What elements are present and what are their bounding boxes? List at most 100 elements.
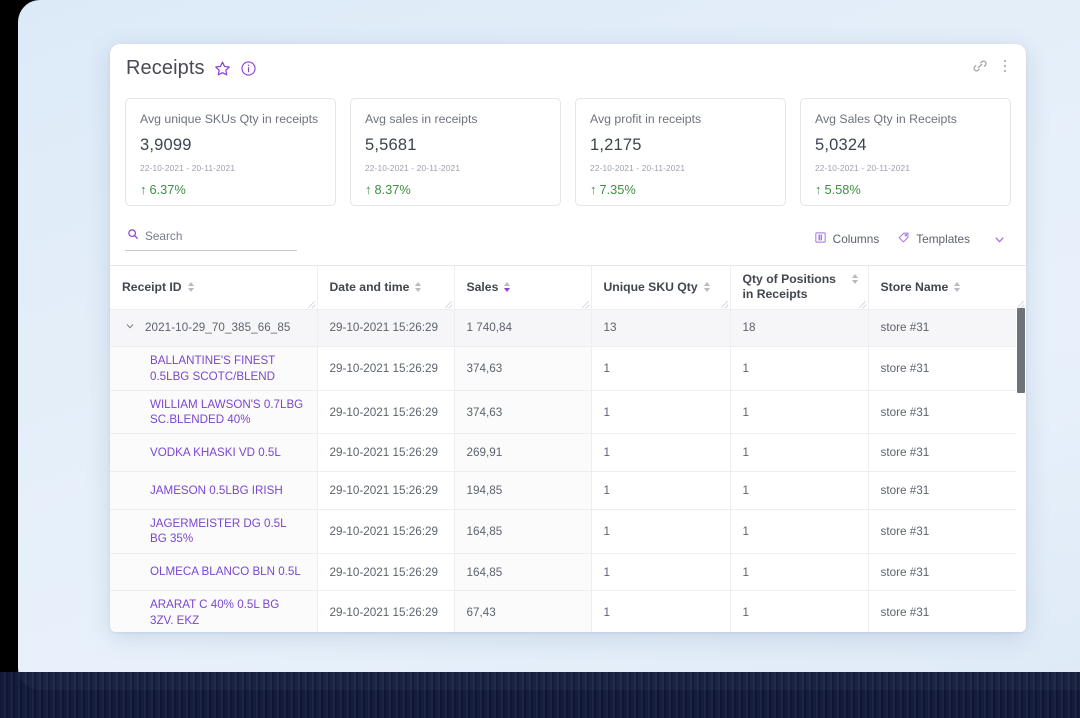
column-label: Date and time [329, 279, 410, 294]
table-row[interactable]: JAGERMEISTER DG 0.5L BG 35% 29-10-2021 1… [110, 509, 1026, 554]
cell-unique-sku: 1 [591, 590, 731, 632]
table-scrollbar-track[interactable] [1016, 308, 1026, 632]
column-header-date-and-time[interactable]: Date and time [317, 266, 455, 310]
cell-positions: 1 [730, 390, 869, 435]
product-link[interactable]: BALLANTINE'S FINEST 0.5LBG SCOTC/BLEND [122, 353, 305, 384]
header-actions [972, 58, 1012, 74]
arrow-up-icon: ↑ [815, 182, 822, 198]
product-link[interactable]: OLMECA BLANCO BLN 0.5L [122, 564, 305, 579]
column-label: Unique SKU Qty [603, 279, 698, 294]
cell-store: store #31 [868, 433, 1026, 473]
cell-positions: 1 [730, 346, 869, 391]
column-resize-handle[interactable] [720, 299, 729, 309]
cell-date: 29-10-2021 15:26:29 [317, 390, 455, 435]
receipts-panel: Receipts Avg unique SKUs Qty in receipts… [110, 44, 1026, 632]
chevron-down-icon[interactable] [124, 320, 136, 335]
cell-date: 29-10-2021 15:26:29 [317, 590, 455, 632]
cell-unique-sku: 1 [591, 433, 731, 473]
table-row[interactable]: WILLIAM LAWSON'S 0.7LBG SC.BLENDED 40% 2… [110, 390, 1026, 435]
cell-product: VODKA KHASKI VD 0.5L [110, 433, 318, 473]
table-group-row[interactable]: 2021-10-29_70_385_66_85 29-10-2021 15:26… [110, 309, 1026, 348]
product-link[interactable]: ARARAT C 40% 0.5L BG 3ZV. EKZ [122, 597, 305, 628]
kpi-date-range: 22-10-2021 - 20-11-2021 [365, 163, 461, 174]
column-label: Store Name [880, 279, 949, 294]
search-box[interactable] [125, 227, 297, 251]
sort-icon-qty-of-positions[interactable] [851, 274, 858, 284]
sort-icon-date-and-time[interactable] [415, 281, 422, 292]
table-scrollbar-thumb[interactable] [1017, 308, 1025, 393]
arrow-up-icon: ↑ [590, 182, 597, 198]
cell-store: store #31 [868, 509, 1026, 554]
kpi-label: Avg Sales Qty in Receipts [815, 112, 957, 126]
receipts-table-container: Receipt ID Date and time Sales Unique SK… [110, 265, 1026, 632]
column-resize-handle[interactable] [581, 299, 590, 309]
kpi-delta-value: 8.37% [374, 182, 411, 198]
column-header-store-name[interactable]: Store Name [868, 266, 1026, 310]
kpi-date-range: 22-10-2021 - 20-11-2021 [590, 163, 686, 174]
panel-header: Receipts [110, 44, 1026, 92]
page-backdrop: Receipts Avg unique SKUs Qty in receipts… [18, 0, 1080, 690]
product-link[interactable]: WILLIAM LAWSON'S 0.7LBG SC.BLENDED 40% [122, 397, 305, 428]
table-row[interactable]: VODKA KHASKI VD 0.5L 29-10-2021 15:26:29… [110, 433, 1026, 473]
column-header-unique-sku-qty[interactable]: Unique SKU Qty [591, 266, 731, 310]
table-body: 2021-10-29_70_385_66_85 29-10-2021 15:26… [110, 309, 1026, 632]
product-link[interactable]: VODKA KHASKI VD 0.5L [122, 445, 305, 460]
link-icon[interactable] [972, 58, 988, 74]
info-icon[interactable] [240, 60, 257, 77]
table-toolbar: Columns Templates [125, 222, 1011, 256]
sort-icon-sales[interactable] [504, 281, 511, 292]
kpi-row: Avg unique SKUs Qty in receipts 3,9099 2… [110, 92, 1026, 206]
column-label: Receipt ID [122, 279, 182, 294]
cell-store: store #31 [868, 346, 1026, 391]
cell-date: 29-10-2021 15:26:29 [317, 553, 455, 592]
table-row[interactable]: OLMECA BLANCO BLN 0.5L 29-10-2021 15:26:… [110, 553, 1026, 592]
table-header-row: Receipt ID Date and time Sales Unique SK… [110, 266, 1026, 310]
cell-date: 29-10-2021 15:26:29 [317, 433, 455, 473]
title-group: Receipts [126, 58, 257, 78]
kpi-delta: ↑ 6.37% [140, 182, 321, 197]
column-resize-handle[interactable] [858, 299, 867, 309]
kpi-delta-value: 7.35% [599, 182, 636, 198]
cell-unique-sku: 1 [591, 346, 731, 391]
column-resize-handle[interactable] [1016, 299, 1025, 309]
page-title: Receipts [126, 57, 205, 79]
search-icon [127, 227, 139, 245]
kpi-value: 5,0324 [815, 135, 867, 154]
cell-product: OLMECA BLANCO BLN 0.5L [110, 553, 318, 592]
kpi-label: Avg profit in receipts [590, 112, 702, 126]
more-vertical-icon[interactable] [998, 58, 1012, 74]
column-header-sales[interactable]: Sales [454, 266, 592, 310]
cell-sales: 269,91 [454, 433, 592, 473]
cell-store: store #31 [868, 471, 1026, 511]
cell-store: store #31 [868, 590, 1026, 632]
table-header: Receipt ID Date and time Sales Unique SK… [110, 266, 1026, 310]
cell-store: store #31 [868, 553, 1026, 592]
cell-date: 29-10-2021 15:26:29 [317, 346, 455, 391]
sort-icon-receipt-id[interactable] [187, 281, 194, 292]
table-row[interactable]: BALLANTINE'S FINEST 0.5LBG SCOTC/BLEND 2… [110, 346, 1026, 391]
search-input[interactable] [145, 229, 285, 243]
column-resize-handle[interactable] [444, 299, 453, 309]
columns-button[interactable]: Columns [814, 231, 880, 247]
kpi-date-range: 22-10-2021 - 20-11-2021 [815, 163, 911, 174]
table-row[interactable]: ARARAT C 40% 0.5L BG 3ZV. EKZ 29-10-2021… [110, 590, 1026, 632]
product-link[interactable]: JAGERMEISTER DG 0.5L BG 35% [122, 516, 305, 547]
kpi-value: 3,9099 [140, 135, 192, 154]
columns-label: Columns [832, 232, 880, 246]
sort-icon-store-name[interactable] [954, 281, 961, 292]
sort-icon-unique-sku-qty[interactable] [703, 281, 710, 292]
templates-button[interactable]: Templates [897, 231, 970, 247]
column-resize-handle[interactable] [307, 299, 316, 309]
product-link[interactable]: JAMESON 0.5LBG IRISH [122, 483, 305, 498]
cell-product: WILLIAM LAWSON'S 0.7LBG SC.BLENDED 40% [110, 390, 318, 435]
expand-toolbar-button[interactable] [988, 232, 1011, 247]
cell-unique-sku: 1 [591, 471, 731, 511]
cell-date: 29-10-2021 15:26:29 [317, 309, 455, 348]
tag-icon [897, 231, 910, 247]
chevron-down-icon [995, 236, 1004, 242]
column-header-receipt-id[interactable]: Receipt ID [110, 266, 318, 310]
kpi-delta-value: 5.58% [824, 182, 861, 198]
table-row[interactable]: JAMESON 0.5LBG IRISH 29-10-2021 15:26:29… [110, 471, 1026, 511]
column-header-qty-of-positions[interactable]: Qty of Positions in Receipts [730, 266, 869, 310]
star-icon[interactable] [214, 60, 231, 77]
